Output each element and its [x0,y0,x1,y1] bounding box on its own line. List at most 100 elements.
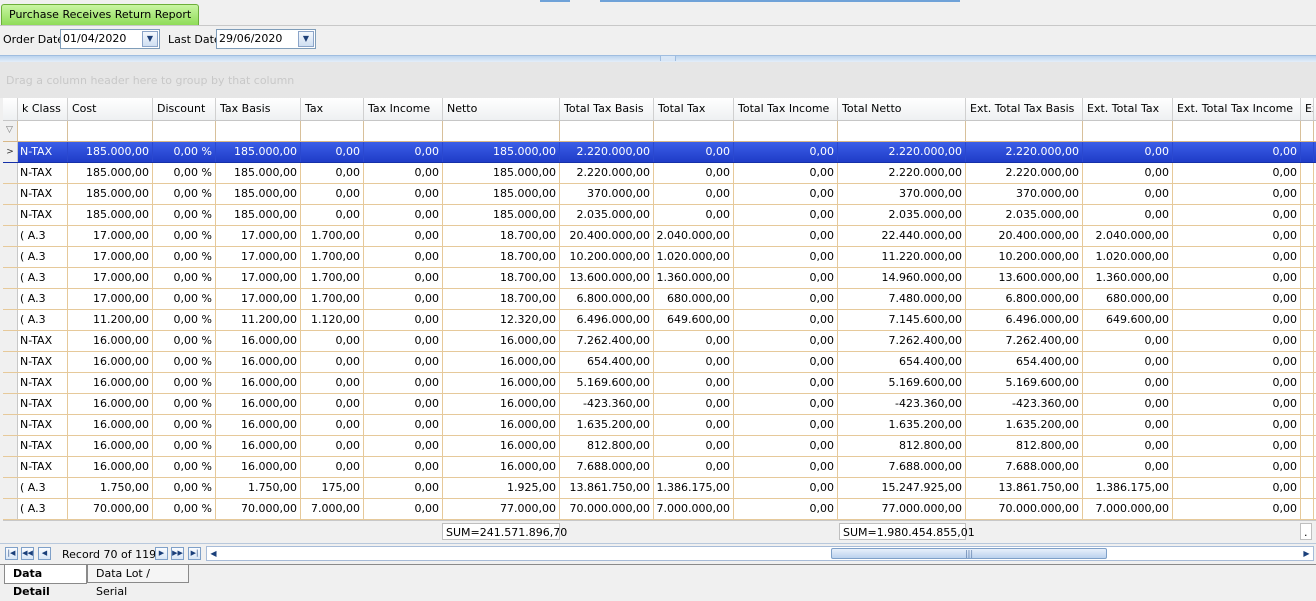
table-cell[interactable]: 0,00 [1083,331,1173,351]
table-cell[interactable]: 2.220.000,00 [966,142,1083,162]
row-indicator[interactable] [3,499,18,519]
table-cell[interactable]: 0,00 % [153,268,216,288]
table-cell[interactable]: 185.000,00 [216,205,301,225]
table-cell[interactable]: 0,00 [654,205,734,225]
table-cell[interactable]: 0,00 [1173,352,1301,372]
next-record-icon[interactable]: ▶ [155,547,168,560]
table-cell[interactable]: ( A.3 [18,499,68,519]
filter-cell[interactable] [1083,121,1173,141]
table-cell[interactable]: 0,00 % [153,331,216,351]
table-cell[interactable]: 0,00 % [153,478,216,498]
table-cell[interactable]: ( A.3 [18,247,68,267]
report-tab[interactable]: Purchase Receives Return Report [1,4,200,25]
table-cell[interactable]: 1.360.000,00 [654,268,734,288]
table-cell[interactable]: 0,00 [734,352,838,372]
table-cell[interactable]: 0,00 [734,310,838,330]
table-cell[interactable]: N-TAX [18,163,68,183]
table-cell[interactable]: N-TAX [18,142,68,162]
table-cell[interactable]: 17.000,00 [68,247,153,267]
row-indicator[interactable] [3,352,18,372]
table-row[interactable]: N-TAX 16.000,00 0,00 % 16.000,00 0,00 0,00 16.… [3,436,1316,457]
table-cell[interactable]: 7.688.000,00 [838,457,966,477]
table-cell[interactable]: 7.000.000,00 [1083,499,1173,519]
table-cell[interactable]: 0,00 [734,226,838,246]
row-indicator[interactable] [3,163,18,183]
table-cell[interactable]: 185.000,00 [443,205,560,225]
table-cell[interactable]: 0,00 [734,457,838,477]
table-cell[interactable]: 16.000,00 [443,415,560,435]
table-cell[interactable]: 77.000.000,00 [838,499,966,519]
table-cell[interactable]: 0,00 [1173,142,1301,162]
table-cell[interactable]: 6.800.000,00 [966,289,1083,309]
table-cell[interactable]: 16.000,00 [68,415,153,435]
table-cell[interactable]: 5.169.600,00 [966,373,1083,393]
table-cell[interactable]: 77.000,00 [443,499,560,519]
filter-cell[interactable] [560,121,654,141]
table-row[interactable]: N-TAX 16.000,00 0,00 % 16.000,00 0,00 0,00 16.… [3,331,1316,352]
table-row[interactable]: N-TAX 16.000,00 0,00 % 16.000,00 0,00 0,00 16.… [3,394,1316,415]
table-cell[interactable]: ( A.3 [18,478,68,498]
table-cell[interactable]: 0,00 [301,457,364,477]
table-cell[interactable]: 0,00 [1173,268,1301,288]
row-indicator[interactable] [3,478,18,498]
table-cell[interactable]: 13.600.000,00 [560,268,654,288]
table-cell[interactable]: 2.220.000,00 [966,163,1083,183]
table-cell[interactable]: 0,00 [654,457,734,477]
table-cell[interactable]: 0,00 [734,415,838,435]
table-cell[interactable]: 6.496.000,00 [966,310,1083,330]
table-cell[interactable]: 0,00 [364,373,443,393]
table-cell[interactable]: 16.000,00 [443,352,560,372]
filter-cell[interactable] [153,121,216,141]
table-cell[interactable]: 7.145.600,00 [838,310,966,330]
table-cell[interactable]: 20.400.000,00 [966,226,1083,246]
table-cell[interactable]: 0,00 [1083,394,1173,414]
scroll-right-icon[interactable]: ▶ [1300,547,1313,560]
filter-cell[interactable] [216,121,301,141]
table-cell[interactable]: 0,00 [301,352,364,372]
table-cell[interactable]: 17.000,00 [216,226,301,246]
column-header[interactable]: Netto [443,98,560,120]
column-header[interactable]: k Class [18,98,68,120]
table-cell[interactable]: 0,00 [734,184,838,204]
table-cell[interactable]: 0,00 [734,163,838,183]
column-header[interactable]: Ext. Total Tax Basis [966,98,1083,120]
table-cell[interactable]: N-TAX [18,394,68,414]
column-header[interactable]: Cost [68,98,153,120]
table-cell[interactable]: N-TAX [18,205,68,225]
table-row[interactable]: N-TAX 16.000,00 0,00 % 16.000,00 0,00 0,00 16.… [3,373,1316,394]
table-cell[interactable]: 370.000,00 [966,184,1083,204]
table-cell[interactable]: 185.000,00 [443,184,560,204]
table-cell[interactable]: 5.169.600,00 [560,373,654,393]
filter-icon[interactable]: ▽ [3,121,18,141]
filter-cell[interactable] [443,121,560,141]
group-by-panel[interactable]: Drag a column header here to group by th… [0,62,1316,98]
table-cell[interactable]: 0,00 [1083,142,1173,162]
table-cell[interactable]: 16.000,00 [68,373,153,393]
row-indicator[interactable] [3,289,18,309]
filter-cell[interactable] [838,121,966,141]
table-cell[interactable]: 0,00 [734,247,838,267]
prev-page-icon[interactable]: ◀◀ [21,547,34,560]
table-cell[interactable]: 0,00 [1173,415,1301,435]
table-cell[interactable]: 0,00 % [153,310,216,330]
column-header[interactable]: Total Tax Income [734,98,838,120]
table-cell[interactable]: 0,00 % [153,499,216,519]
row-indicator[interactable] [3,247,18,267]
table-cell[interactable]: 680.000,00 [1083,289,1173,309]
table-cell[interactable]: 0,00 % [153,394,216,414]
table-cell[interactable]: 649.600,00 [654,310,734,330]
table-cell[interactable]: 0,00 [364,478,443,498]
row-indicator[interactable] [3,373,18,393]
table-cell[interactable]: 11.200,00 [216,310,301,330]
table-cell[interactable]: 0,00 [1173,289,1301,309]
table-cell[interactable]: 13.600.000,00 [966,268,1083,288]
table-cell[interactable]: 15.247.925,00 [838,478,966,498]
row-indicator[interactable] [3,415,18,435]
table-cell[interactable]: 7.000.000,00 [654,499,734,519]
row-indicator[interactable] [3,268,18,288]
table-cell[interactable]: 0,00 [364,184,443,204]
table-cell[interactable]: 0,00 [364,499,443,519]
table-cell[interactable]: 0,00 [364,289,443,309]
table-cell[interactable]: 16.000,00 [216,373,301,393]
table-cell[interactable]: 654.400,00 [966,352,1083,372]
